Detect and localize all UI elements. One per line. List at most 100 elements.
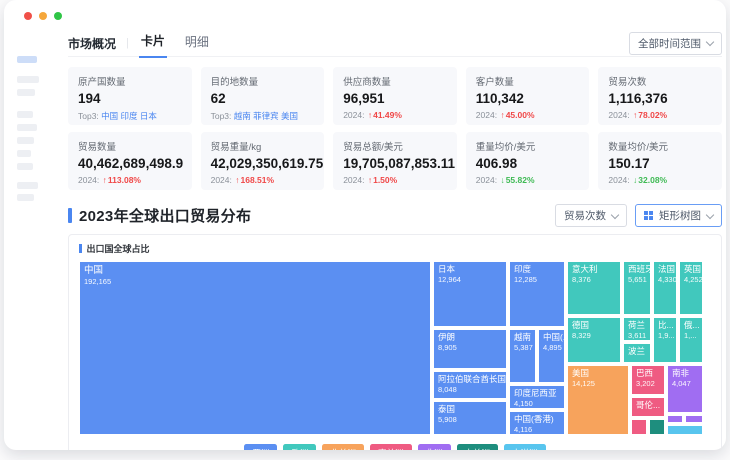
trend-value: 168.51%: [240, 175, 275, 185]
block-value: 5,651: [628, 275, 647, 284]
legend-north-america[interactable]: 北美洲: [322, 444, 364, 450]
block-label: 中国: [84, 265, 104, 276]
treemap-block-uae[interactable]: 阿拉伯联合酋长国 8,048: [433, 371, 507, 399]
treemap-block-japan[interactable]: 日本 12,964: [433, 261, 507, 327]
arrow-up-icon: ↑: [102, 175, 107, 185]
stat-value: 150.17: [608, 156, 650, 171]
treemap-block-russia[interactable]: 俄... 1,...: [679, 317, 703, 363]
stat-cards-row-1: 原产国数量 194 Top3: 中国 印度 日本 目的地数量 62 Top3: …: [68, 67, 722, 125]
legend-europe[interactable]: 欧洲: [283, 444, 317, 450]
chevron-down-icon: [610, 210, 620, 219]
stat-value: 1,116,376: [608, 91, 668, 106]
chart-type-select[interactable]: 矩形树图: [635, 204, 722, 227]
legend-south-america[interactable]: 南美洲: [369, 444, 412, 450]
stat-card-destinations: 目的地数量 62 Top3: 越南 菲律宾 美国: [200, 67, 325, 125]
stat-card-trade-total: 贸易总额/美元 19,705,087,853.11 2024: ↑1.50%: [333, 132, 457, 190]
treemap-block-china-other[interactable]: 中国(... 4,895: [538, 329, 565, 383]
chart-title: 2023年全球出口贸易分布: [79, 208, 252, 225]
stat-card-avg-weight-price: 重量均价/美元 406.98 2024: ↓55.82%: [465, 132, 590, 190]
block-label: 比...: [658, 320, 674, 330]
block-label: 美国: [572, 368, 590, 378]
treemap-block-italy[interactable]: 意大利 8,376: [567, 261, 621, 315]
block-value: 4,895: [543, 343, 562, 352]
minimize-window-button[interactable]: [39, 12, 47, 20]
legend-central-america[interactable]: 中美洲: [456, 444, 499, 450]
treemap-block-small[interactable]: [667, 425, 703, 435]
sidebar-skeleton: [17, 76, 39, 83]
treemap-block-germany[interactable]: 德国 8,329: [567, 317, 621, 363]
top3-links[interactable]: 中国 印度 日本: [101, 111, 157, 121]
stat-card-trade-count: 贸易次数 1,116,376 2024: ↑78.02%: [598, 67, 722, 125]
block-value: 4,330: [658, 275, 677, 284]
chart-subtitle: 出口国全球占比: [79, 242, 711, 255]
stat-label: 贸易次数: [608, 77, 647, 88]
page-title: 市场概况: [68, 36, 117, 51]
stat-value: 194: [78, 91, 101, 106]
treemap-block-small[interactable]: [631, 419, 647, 435]
treemap-block-spain[interactable]: 西班牙 5,651: [623, 261, 651, 315]
legend-oceania[interactable]: 大洋洲: [504, 444, 546, 450]
stat-label: 重量均价/美元: [475, 142, 536, 153]
legend-asia[interactable]: 亚洲: [244, 444, 278, 450]
stat-sub-prefix: 2024:: [475, 175, 498, 185]
treemap-block-south-africa[interactable]: 南非 4,047: [667, 365, 703, 413]
treemap-block-small[interactable]: [685, 415, 703, 423]
arrow-up-icon: ↑: [633, 110, 638, 120]
arrow-up-icon: ↑: [500, 110, 505, 120]
stat-sub-prefix: 2024:: [475, 110, 498, 120]
treemap-block-india[interactable]: 印度 12,285: [509, 261, 565, 327]
arrow-down-icon: ↓: [633, 175, 638, 185]
stat-value: 40,462,689,498.9: [78, 156, 184, 171]
tab-separator: |: [126, 37, 129, 49]
treemap-block-colombia[interactable]: 哥伦...: [631, 397, 665, 417]
treemap-block-small[interactable]: [667, 415, 683, 423]
time-range-select[interactable]: 全部时间范围: [629, 31, 722, 55]
trend-value: 41.49%: [373, 110, 402, 120]
app-window: 市场概况 | 卡片 明细 全部时间范围 原产国数量 194 Top3: 中国 印…: [4, 0, 726, 450]
treemap-block-uk[interactable]: 英国 4,252: [679, 261, 703, 315]
treemap-block-indonesia[interactable]: 印度尼西亚 4,150: [509, 385, 565, 409]
treemap-block-thailand[interactable]: 泰国 5,908: [433, 401, 507, 435]
trend-value: 113.08%: [107, 175, 141, 185]
maximize-window-button[interactable]: [54, 12, 62, 20]
title-accent-bar: [68, 208, 72, 223]
treemap-block-vietnam[interactable]: 越南 5,387: [509, 329, 536, 383]
time-range-value: 全部时间范围: [638, 37, 701, 50]
stat-value: 62: [210, 91, 226, 106]
arrow-up-icon: ↑: [367, 110, 373, 120]
block-label: 波兰: [628, 346, 646, 356]
sidebar-skeleton: [17, 194, 34, 201]
treemap-block-brazil[interactable]: 巴西 3,202: [631, 365, 665, 395]
treemap-block-belgium[interactable]: 比... 1,9...: [653, 317, 677, 363]
block-value: 8,048: [438, 385, 457, 394]
block-label: 巴西: [636, 368, 654, 378]
treemap-block-usa[interactable]: 美国 14,125: [567, 365, 629, 435]
treemap-block-china-hongkong[interactable]: 中国(香港) 4,116: [509, 411, 565, 435]
treemap-block-china[interactable]: 中国 192,165: [79, 261, 431, 435]
stat-sub-prefix: Top3:: [78, 111, 99, 121]
tab-details[interactable]: 明细: [183, 29, 211, 57]
sidebar-skeleton: [17, 163, 33, 170]
block-value: 4,047: [672, 379, 691, 388]
block-label: 越南: [514, 332, 532, 342]
treemap-block-iran[interactable]: 伊朗 8,905: [433, 329, 507, 369]
stat-sub-prefix: 2024:: [608, 110, 630, 120]
block-label: 荷兰: [628, 320, 646, 330]
treemap-block-netherlands[interactable]: 荷兰 3,611: [623, 317, 651, 341]
chevron-down-icon: [705, 210, 715, 219]
legend-africa[interactable]: 非洲: [417, 444, 451, 450]
block-value: 3,202: [636, 379, 655, 388]
stat-card-avg-quantity-price: 数量均价/美元 150.17 2024: ↓32.08%: [598, 132, 722, 190]
close-window-button[interactable]: [24, 12, 32, 20]
top3-links[interactable]: 越南 菲律宾 美国: [234, 111, 298, 121]
sidebar-skeleton-active: [17, 56, 37, 63]
treemap-block-poland[interactable]: 波兰: [623, 343, 651, 363]
metric-select[interactable]: 贸易次数: [555, 204, 627, 227]
block-label: 意大利: [572, 264, 598, 274]
block-value: 8,329: [572, 331, 591, 340]
treemap-block-small[interactable]: [649, 419, 665, 435]
treemap-block-france[interactable]: 法国 4,330: [653, 261, 677, 315]
tab-cards[interactable]: 卡片: [138, 28, 167, 58]
stat-card-suppliers: 供应商数量 96,951 2024: ↑41.49%: [333, 67, 457, 125]
stat-sub-prefix: 2024:: [608, 175, 630, 185]
